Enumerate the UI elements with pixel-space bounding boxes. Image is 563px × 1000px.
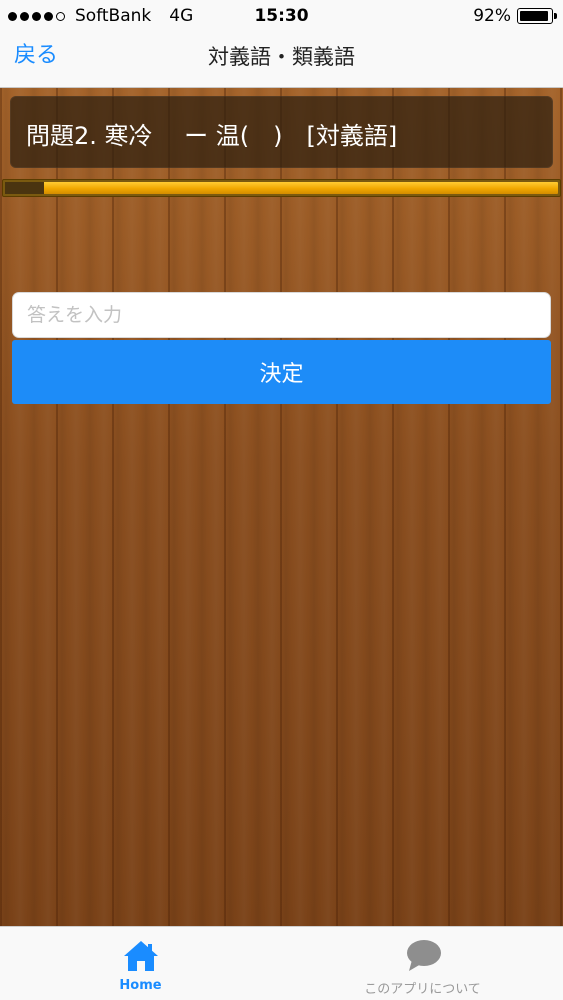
- home-icon: [123, 941, 158, 971]
- tab-bar: Home このアプリについて: [0, 926, 563, 1000]
- battery-fill: [520, 11, 548, 21]
- progress-indicator: [5, 182, 44, 194]
- progress-bar: [2, 179, 561, 197]
- question-text: 問題2. 寒冷 ー 温( ) [対義語]: [26, 122, 398, 150]
- navigation-bar: 戻る 対義語・類義語: [0, 34, 563, 88]
- status-right: 92%: [473, 6, 557, 26]
- tab-home[interactable]: Home: [0, 927, 281, 1000]
- tab-about-label: このアプリについて: [364, 982, 481, 997]
- answer-input[interactable]: [12, 292, 551, 338]
- question-panel: 問題2. 寒冷 ー 温( ) [対義語]: [10, 96, 553, 168]
- wood-background: [0, 88, 563, 926]
- status-bar: SoftBank 4G 15:30 92%: [0, 0, 563, 34]
- submit-button[interactable]: 決定: [12, 340, 551, 404]
- battery-percent: 92%: [473, 6, 511, 26]
- tab-home-label: Home: [119, 978, 162, 993]
- progress-track-fill: [5, 182, 558, 194]
- page-title: 対義語・類義語: [208, 45, 355, 69]
- battery-icon: [517, 8, 557, 24]
- speech-bubble-icon: [406, 940, 441, 971]
- tab-about[interactable]: このアプリについて: [282, 927, 563, 1000]
